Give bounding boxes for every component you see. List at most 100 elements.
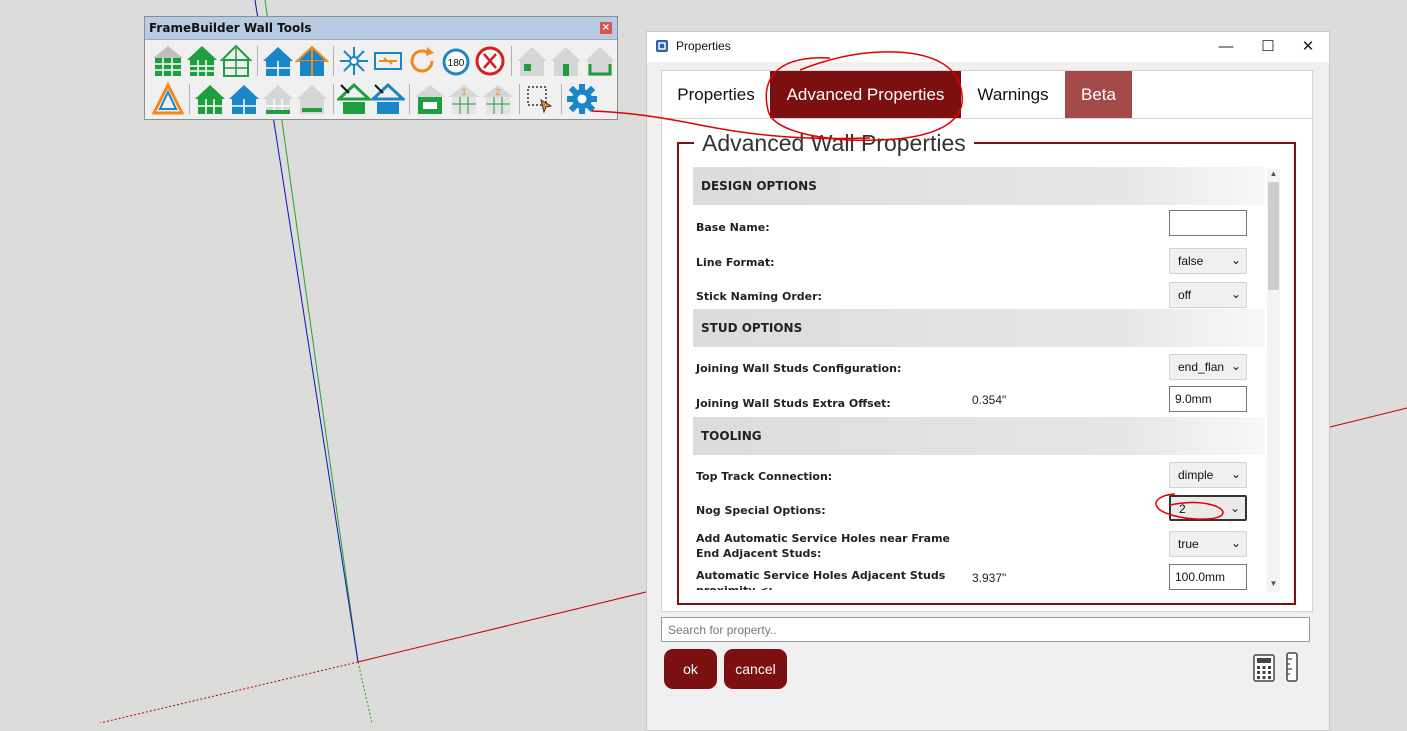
search-input[interactable]: Search for property.. — [661, 617, 1310, 642]
joining-wall-studs-config-select[interactable]: end_flan ⌄ — [1169, 354, 1247, 380]
swap-icon[interactable] — [371, 44, 405, 78]
toolbar-separator — [333, 84, 334, 114]
toolbar-title: FrameBuilder Wall Tools × — [145, 17, 617, 40]
rotate-icon[interactable] — [405, 44, 439, 78]
red-axis-dotted — [99, 661, 359, 723]
chevron-down-icon: ⌄ — [1230, 536, 1241, 550]
rotate-180-icon[interactable]: 180 — [439, 44, 473, 78]
close-icon[interactable]: ✕ — [1293, 36, 1323, 58]
grey-house-flat-icon[interactable] — [295, 82, 329, 116]
toolbar-separator — [519, 84, 520, 114]
auto-service-holes-select[interactable]: true ⌄ — [1169, 531, 1247, 557]
property-label: Base Name: — [696, 221, 770, 234]
calculator-icon[interactable] — [1253, 654, 1275, 682]
tab-advanced-properties[interactable]: Advanced Properties — [770, 71, 961, 119]
property-label: Joining Wall Studs Configuration: — [696, 362, 902, 375]
blue-house-2-icon[interactable] — [227, 82, 261, 116]
app-icon — [656, 40, 668, 52]
chevron-down-icon: ⌄ — [1230, 287, 1241, 301]
roof-edit-green-icon[interactable] — [337, 82, 371, 116]
green-house-icon[interactable] — [193, 82, 227, 116]
settings-gear-icon[interactable] — [565, 82, 599, 116]
framebuilder-toolbar: FrameBuilder Wall Tools × 180 1 2 — [144, 16, 618, 120]
section-title: TOOLING — [701, 429, 762, 443]
nog-special-options-select[interactable]: 2 ⌄ — [1169, 495, 1247, 521]
section-title: DESIGN OPTIONS — [701, 179, 817, 193]
section-header: DESIGN OPTIONS — [693, 167, 1265, 205]
cancel-button[interactable]: cancel — [724, 649, 787, 689]
select-value: end_flan — [1178, 360, 1225, 374]
svg-text:1: 1 — [461, 87, 466, 97]
svg-text:2: 2 — [495, 87, 500, 97]
line-format-select[interactable]: false ⌄ — [1169, 248, 1247, 274]
select-value: dimple — [1178, 468, 1214, 482]
house-small-2-icon[interactable] — [549, 44, 583, 78]
red-axis-right — [1329, 407, 1407, 428]
delete-icon[interactable] — [473, 44, 507, 78]
tab-bar: Properties Advanced Properties Warnings … — [661, 70, 1313, 119]
properties-list: DESIGN OPTIONS Base Name: Line Format: f… — [693, 167, 1265, 590]
select-icon[interactable] — [523, 82, 557, 116]
section-title: STUD OPTIONS — [701, 321, 803, 335]
scroll-down-icon[interactable]: ▼ — [1267, 579, 1280, 588]
section-header: TOOLING — [693, 417, 1265, 455]
group-legend: Advanced Wall Properties — [694, 130, 974, 157]
stick-naming-order-select[interactable]: off ⌄ — [1169, 282, 1247, 308]
ruler-icon[interactable] — [1285, 652, 1299, 682]
select-value: 2 — [1179, 502, 1186, 516]
numbered-1-icon[interactable]: 1 — [447, 82, 481, 116]
opening-icon[interactable] — [413, 82, 447, 116]
ok-button[interactable]: ok — [664, 649, 717, 689]
base-name-input[interactable] — [1169, 210, 1247, 236]
properties-scrollbar[interactable]: ▲ ▼ — [1267, 169, 1280, 592]
numbered-2-icon[interactable]: 2 — [481, 82, 515, 116]
minimize-icon[interactable]: — — [1211, 36, 1241, 58]
grey-house-icon[interactable] — [261, 82, 295, 116]
wall-panel-icon[interactable] — [151, 44, 185, 78]
blue-house-orange-icon[interactable] — [295, 44, 329, 78]
property-label: Top Track Connection: — [696, 470, 833, 483]
select-value: true — [1178, 537, 1199, 551]
top-track-connection-select[interactable]: dimple ⌄ — [1169, 462, 1247, 488]
converted-value: 0.354" — [972, 393, 1007, 407]
house-small-3-icon[interactable] — [583, 44, 617, 78]
window-title: Properties — [676, 39, 731, 53]
chevron-down-icon: ⌄ — [1230, 253, 1241, 267]
toolbar-separator — [333, 46, 334, 76]
joining-wall-studs-offset-input[interactable]: 9.0mm — [1169, 386, 1247, 412]
truss-triangle-icon[interactable] — [151, 82, 185, 116]
roof-edit-blue-icon[interactable] — [371, 82, 405, 116]
toolbar-separator — [189, 84, 190, 114]
toolbar-separator — [511, 46, 512, 76]
property-label: Add Automatic Service Holes near Frame E… — [696, 532, 950, 560]
blue-house-icon[interactable] — [261, 44, 295, 78]
house-small-1-icon[interactable] — [515, 44, 549, 78]
toolbar-close-icon[interactable]: × — [600, 22, 612, 34]
property-label: Line Format: — [696, 256, 775, 269]
property-label: Nog Special Options: — [696, 504, 826, 517]
service-holes-proximity-input[interactable]: 100.0mm — [1169, 564, 1247, 590]
maximize-icon[interactable]: ☐ — [1253, 36, 1283, 58]
properties-panel: Advanced Wall Properties DESIGN OPTIONS … — [661, 118, 1313, 612]
rotate-180-label: 180 — [448, 58, 465, 69]
explode-icon[interactable] — [337, 44, 371, 78]
section-header: STUD OPTIONS — [693, 309, 1265, 347]
tab-properties[interactable]: Properties — [662, 71, 770, 119]
toolbar-separator — [257, 46, 258, 76]
green-axis-dotted — [357, 661, 373, 723]
gable-window-icon[interactable] — [219, 44, 253, 78]
tab-beta[interactable]: Beta — [1065, 71, 1132, 119]
converted-value: 3.937" — [972, 571, 1007, 585]
scroll-up-icon[interactable]: ▲ — [1267, 169, 1280, 178]
toolbar-separator — [561, 84, 562, 114]
wall-panel-dark-icon[interactable] — [185, 44, 219, 78]
chevron-down-icon: ⌄ — [1230, 467, 1241, 481]
chevron-down-icon: ⌄ — [1230, 359, 1241, 373]
select-value: off — [1178, 288, 1192, 302]
advanced-wall-properties-group: Advanced Wall Properties DESIGN OPTIONS … — [677, 130, 1296, 605]
tab-warnings[interactable]: Warnings — [964, 71, 1062, 119]
window-titlebar[interactable]: Properties — ☐ ✕ — [647, 32, 1329, 62]
toolbar-separator — [409, 84, 410, 114]
scrollbar-thumb[interactable] — [1268, 182, 1279, 290]
property-label: Stick Naming Order: — [696, 290, 822, 303]
